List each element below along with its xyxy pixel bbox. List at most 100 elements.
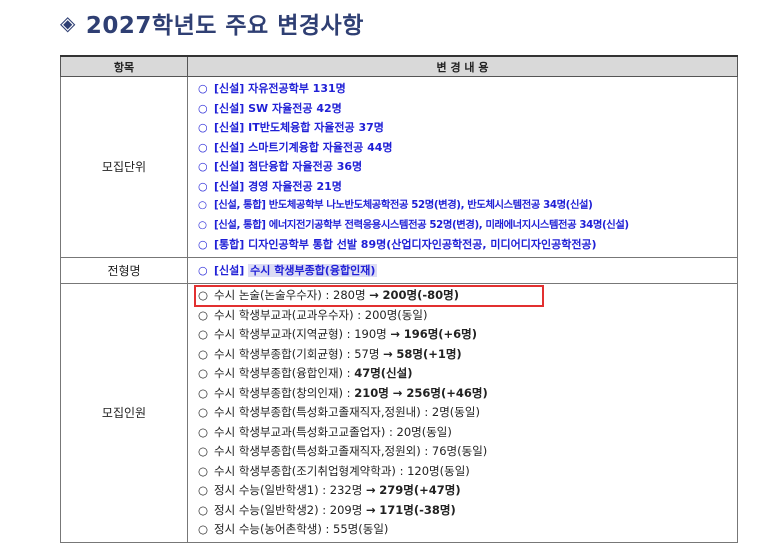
row-content-admission-type: ○ [신설] 수시 학생부종합(융합인재) (187, 256, 738, 284)
list-item: ○ [신설] SW 자율전공 42명 (198, 99, 737, 119)
list-item: ○ 수시 학생부종합(특성화고졸재직자,정원내) : 2명(동일) (198, 403, 737, 423)
list-item: ○ [신설] 수시 학생부종합(융합인재) (198, 261, 737, 281)
circle-bullet-icon: ○ (198, 307, 209, 322)
circle-bullet-icon: ○ (198, 385, 209, 400)
new-tag: [신설] (214, 263, 245, 277)
count-text: 수시 학생부종합(융합인재) : (214, 366, 351, 380)
list-item-text: [신설] SW 자율전공 42명 (214, 101, 342, 115)
count-text: 정시 수능(일반학생2) : 209명 (214, 502, 363, 517)
recruit-count-list: ○ 수시 논술(논술우수자) : 280명 → 200명(-80명) ○ 수시 학생부… (188, 284, 737, 542)
circle-bullet-icon: ○ (198, 424, 209, 439)
count-text: 정시 수능(일반학생1) : 232명 (214, 483, 363, 497)
list-item: ○ 정시 수능(농어촌학생) : 55명(동일) (198, 520, 737, 540)
arrow-icon: → (383, 346, 393, 361)
row-recruit-count: 모집인원 ○ 수시 논술(논술우수자) : 280명 → 200명(-80명) ○ 수… (60, 283, 738, 543)
circle-bullet-icon: ○ (198, 140, 208, 154)
count-new-value: 47명(신설) (354, 366, 413, 380)
list-item: ○ [신설] 자유전공학부 131명 (198, 79, 737, 99)
header-item: 항목 (60, 55, 188, 77)
list-item: ○ 수시 학생부종합(창의인재) : 210명 → 256명(+46명) (198, 384, 737, 404)
list-item: ○ 수시 학생부교과(지역균형) : 190명 → 196명(+6명) (198, 325, 737, 345)
changes-table: 항목 변 경 내 용 모집단위 ○ [신설] 자유전공학부 131명 ○ [신설] S… (60, 55, 738, 543)
circle-bullet-icon: ○ (198, 82, 208, 95)
list-item: ○ 수시 학생부교과(교과우수자) : 200명(동일) (198, 306, 737, 326)
header-content: 변 경 내 용 (187, 55, 738, 77)
diamond-icon: ◈ (60, 11, 76, 35)
list-item-text: [신설, 통합] 에너지전기공학부 전력응용시스템전공 52명(변경), 미래에… (214, 218, 629, 231)
highlighted-list-item: ○ 수시 논술(논술우수자) : 280명 → 200명(-80명) (194, 285, 544, 307)
circle-bullet-icon: ○ (198, 522, 209, 536)
admission-type-list: ○ [신설] 수시 학생부종합(융합인재) (188, 258, 737, 284)
circle-bullet-icon: ○ (198, 405, 209, 419)
arrow-icon: → (369, 288, 379, 302)
count-text: 수시 학생부종합(특성화고졸재직자,정원외) : 76명(동일) (214, 444, 488, 458)
row-label-recruit-unit: 모집단위 (60, 76, 188, 258)
count-text: 수시 학생부종합(조기취업형계약학과) : 120명(동일) (214, 463, 470, 478)
circle-bullet-icon: ○ (198, 263, 208, 277)
arrow-icon: → (365, 483, 376, 497)
list-item: ○ 수시 학생부교과(특성화고교졸업자) : 20명(동일) (198, 423, 737, 443)
count-text: 정시 수능(농어촌학생) : 55명(동일) (214, 522, 389, 536)
count-text: 수시 학생부교과(특성화고교졸업자) : 20명(동일) (214, 424, 452, 439)
list-item: ○ 수시 학생부종합(조기취업형계약학과) : 120명(동일) (198, 462, 737, 482)
count-text: 수시 학생부종합(창의인재) : (214, 385, 351, 400)
list-item: ○ [신설, 통합] 에너지전기공학부 전력응용시스템전공 52명(변경), 미래… (198, 216, 737, 236)
arrow-icon: → (365, 502, 376, 517)
count-text: 수시 학생부종합(특성화고졸재직자,정원내) : 2명(동일) (214, 405, 480, 419)
circle-bullet-icon: ○ (198, 346, 209, 361)
circle-bullet-icon: ○ (198, 218, 207, 231)
list-item: ○ 수시 학생부종합(기회균형) : 57명 → 58명(+1명) (198, 345, 737, 365)
page-title: ◈ 2027학년도 주요 변경사항 (60, 6, 364, 40)
list-item: ○ [신설, 통합] 반도체공학부 나노반도체공학전공 52명(변경), 반도체시… (198, 196, 737, 216)
row-content-recruit-count: ○ 수시 논술(논술우수자) : 280명 → 200명(-80명) ○ 수시 학생부… (187, 283, 738, 543)
list-item: ○ 정시 수능(일반학생1) : 232명 → 279명(+47명) (198, 481, 737, 501)
circle-bullet-icon: ○ (198, 444, 209, 458)
row-label-recruit-count: 모집인원 (60, 283, 188, 543)
row-admission-type: 전형명 ○ [신설] 수시 학생부종합(융합인재) (60, 256, 738, 284)
circle-bullet-icon: ○ (198, 463, 209, 478)
list-item-text: [신설] 자유전공학부 131명 (214, 82, 346, 95)
circle-bullet-icon: ○ (198, 179, 208, 193)
circle-bullet-icon: ○ (198, 327, 209, 341)
circle-bullet-icon: ○ (198, 101, 208, 115)
count-text: 수시 학생부교과(지역균형) : 190명 (214, 327, 387, 341)
list-item-text: [신설, 통합] 반도체공학부 나노반도체공학전공 52명(변경), 반도체시스… (214, 199, 593, 211)
row-label-admission-type: 전형명 (60, 256, 188, 284)
list-item: ○ [신설] 첨단융합 자율전공 36명 (198, 157, 737, 177)
list-item: ○ [신설] IT반도체융합 자율전공 37명 (198, 118, 737, 138)
row-content-recruit-unit: ○ [신설] 자유전공학부 131명 ○ [신설] SW 자율전공 42명 ○ [신설] … (187, 76, 738, 258)
count-new-value: 210명 → 256명(+46명) (354, 385, 488, 400)
circle-bullet-icon: ○ (198, 121, 208, 134)
list-item-text: [통합] 디자인공학부 통합 선발 89명(산업디자인공학전공, 미디어디자인공… (214, 238, 597, 251)
count-new-value: 200명(-80명) (382, 288, 459, 302)
count-text: 수시 논술(논술우수자) : 280명 (214, 288, 366, 302)
list-item-text: [신설] 첨단융합 자율전공 36명 (214, 160, 363, 173)
recruit-unit-list: ○ [신설] 자유전공학부 131명 ○ [신설] SW 자율전공 42명 ○ [신설] … (188, 77, 737, 257)
count-new-value: 279명(+47명) (379, 483, 461, 497)
count-new-value: 196명(+6명) (403, 327, 478, 341)
list-item: ○ [통합] 디자인공학부 통합 선발 89명(산업디자인공학전공, 미디어디자인… (198, 235, 737, 255)
circle-bullet-icon: ○ (198, 199, 207, 211)
list-item: ○ [신설] 경영 자율전공 21명 (198, 177, 737, 197)
highlighted-admission-name: 수시 학생부종합(융합인재) (248, 263, 378, 277)
list-item: ○ 수시 학생부종합(특성화고졸재직자,정원외) : 76명(동일) (198, 442, 737, 462)
list-item-text: [신설] 스마트기계융합 자율전공 44명 (214, 140, 393, 154)
circle-bullet-icon: ○ (198, 483, 209, 497)
arrow-icon: → (390, 327, 401, 341)
list-item: ○ [신설] 스마트기계융합 자율전공 44명 (198, 138, 737, 158)
circle-bullet-icon: ○ (198, 502, 209, 517)
list-item-text: [신설] 경영 자율전공 21명 (214, 179, 342, 193)
table-header-row: 항목 변 경 내 용 (60, 55, 738, 77)
list-item: ○ 수시 학생부종합(융합인재) : 47명(신설) (198, 364, 737, 384)
list-item-text: [신설] IT반도체융합 자율전공 37명 (214, 121, 384, 134)
list-item: ○ 정시 수능(일반학생2) : 209명 → 171명(-38명) (198, 501, 737, 521)
count-text: 수시 학생부종합(기회균형) : 57명 (214, 346, 380, 361)
circle-bullet-icon: ○ (198, 366, 209, 380)
circle-bullet-icon: ○ (198, 238, 208, 251)
count-new-value: 58명(+1명) (396, 346, 462, 361)
circle-bullet-icon: ○ (198, 160, 208, 173)
page-title-text: 2027학년도 주요 변경사항 (85, 13, 364, 39)
count-text: 수시 학생부교과(교과우수자) : 200명(동일) (214, 307, 428, 322)
count-new-value: 171명(-38명) (379, 502, 456, 517)
circle-bullet-icon: ○ (198, 288, 209, 302)
